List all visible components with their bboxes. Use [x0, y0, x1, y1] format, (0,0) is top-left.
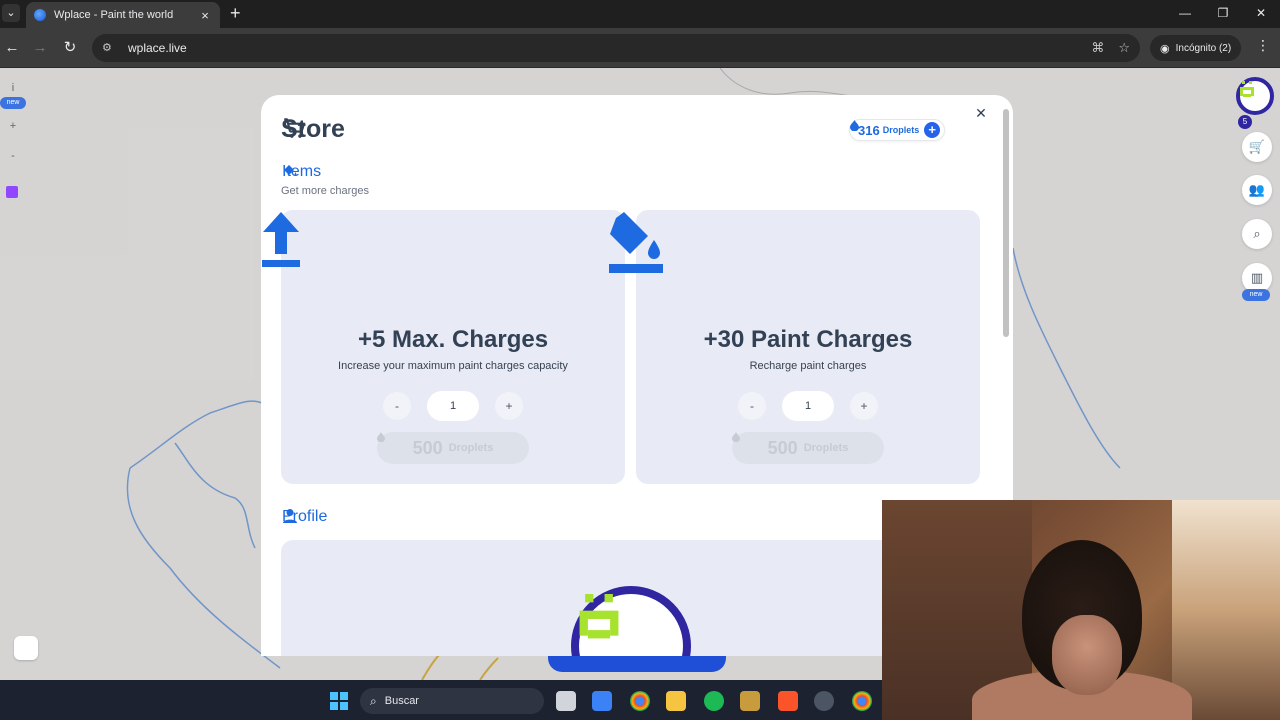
windows-start-icon[interactable]	[330, 692, 348, 710]
bookmark-star-icon[interactable]: ☆	[1118, 40, 1130, 56]
back-arrow-icon[interactable]: ←	[2, 38, 22, 58]
avatar-face-icon	[1240, 81, 1254, 97]
paint-bucket-icon	[609, 212, 663, 273]
url-text: wplace.live	[128, 41, 187, 55]
item-card-paint-charges: +30 Paint Charges Recharge paint charges…	[609, 210, 980, 484]
profile-section-header: Profile	[282, 508, 327, 526]
new-badge: new	[0, 97, 26, 109]
search-icon: ⌕	[370, 693, 377, 708]
quantity-input[interactable]: 1	[782, 391, 834, 421]
avatar-face-icon	[579, 594, 619, 639]
droplets-unit: Droplets	[882, 125, 920, 135]
buy-button[interactable]: 500 Droplets	[732, 432, 884, 464]
map-layers-icon[interactable]	[14, 636, 38, 660]
new-badge: new	[1242, 289, 1270, 301]
droplet-icon	[850, 120, 859, 131]
paint-bucket-icon	[284, 165, 297, 176]
webcam-person-face	[1052, 615, 1122, 695]
upload-arrow-icon	[262, 212, 300, 267]
browser-tab-bar: ⌄ Wplace - Paint the world × + — ❐ ✕	[0, 0, 1280, 28]
browser-menu-icon[interactable]: ⋮	[1256, 37, 1270, 54]
obs-icon[interactable]	[814, 691, 834, 711]
chrome-active-icon[interactable]	[852, 691, 872, 711]
scrollbar-thumb[interactable]	[1003, 109, 1009, 337]
globe-icon	[34, 9, 46, 21]
alliance-icon[interactable]: 👥	[1242, 175, 1272, 205]
browser-toolbar: ← → ↻ ⚙ wplace.live ⌘ ☆ ◉ Incógnito (2) …	[0, 28, 1280, 68]
reload-icon[interactable]: ↻	[60, 38, 80, 58]
close-icon[interactable]: ✕	[973, 105, 989, 121]
user-avatar[interactable]: 5	[1236, 77, 1274, 129]
price-unit: Droplets	[448, 442, 494, 454]
quantity-stepper: - 1 +	[281, 391, 625, 421]
quantity-stepper: - 1 +	[636, 391, 980, 421]
zoom-in-icon[interactable]: +	[0, 120, 26, 132]
item-title: +5 Max. Charges	[357, 326, 549, 353]
price-amount: 500	[767, 437, 798, 458]
buy-button[interactable]: 500 Droplets	[377, 432, 529, 464]
tab-close-icon[interactable]: ×	[198, 8, 212, 23]
items-subtitle: Get more charges	[281, 185, 370, 197]
tab-search-icon[interactable]: ⌄	[2, 4, 20, 22]
site-info-icon[interactable]: ⚙	[102, 41, 118, 55]
droplet-icon	[377, 432, 385, 442]
restore-icon[interactable]: ❐	[1204, 0, 1242, 26]
decrement-button[interactable]: -	[383, 392, 411, 420]
incognito-profile-button[interactable]: ◉ Incógnito (2)	[1150, 35, 1242, 61]
forward-arrow-icon[interactable]: →	[30, 38, 50, 58]
tab-title: Wplace - Paint the world	[54, 9, 174, 21]
price-amount: 500	[412, 437, 443, 458]
new-tab-button[interactable]: +	[230, 3, 241, 23]
chrome-icon[interactable]	[630, 691, 650, 711]
item-title: +30 Paint Charges	[703, 326, 913, 353]
droplet-icon	[732, 432, 740, 442]
profile-label: Incógnito (2)	[1175, 42, 1232, 54]
quantity-input[interactable]: 1	[427, 391, 479, 421]
incognito-icon: ◉	[1160, 42, 1170, 55]
droplets-amount: 316	[858, 122, 880, 138]
item-description: Recharge paint charges	[749, 360, 867, 372]
increment-button[interactable]: +	[850, 392, 878, 420]
plus-icon[interactable]: +	[924, 122, 941, 138]
items-section-header: Items	[282, 163, 321, 181]
taskbar-search[interactable]: ⌕ Buscar	[360, 688, 544, 714]
webcam-overlay	[882, 500, 1280, 720]
windows-taskbar: ⌕ Buscar	[0, 680, 882, 720]
address-bar[interactable]: ⚙ wplace.live ⌘ ☆	[92, 34, 1140, 62]
zoom-out-icon[interactable]: -	[0, 150, 26, 162]
translate-icon[interactable]: ⌘	[1091, 40, 1104, 56]
window-controls: — ❐ ✕	[1166, 0, 1280, 28]
browser-tab[interactable]: Wplace - Paint the world ×	[26, 2, 220, 28]
item-description: Increase your maximum paint charges capa…	[338, 360, 568, 372]
item-card-max-charges: +5 Max. Charges Increase your maximum pa…	[262, 210, 625, 484]
left-rail: i new + -	[0, 68, 26, 680]
search-placeholder: Buscar	[384, 695, 419, 707]
task-view-icon[interactable]	[556, 691, 576, 711]
decrement-button[interactable]: -	[738, 392, 766, 420]
person-icon	[283, 509, 297, 523]
increment-button[interactable]: +	[495, 392, 523, 420]
price-unit: Droplets	[803, 442, 849, 454]
file-explorer-icon[interactable]	[666, 691, 686, 711]
window-close-icon[interactable]: ✕	[1242, 0, 1280, 26]
level-badge: 5	[1238, 115, 1252, 129]
cart-icon	[284, 118, 306, 138]
profile-avatar	[571, 586, 691, 656]
league-icon[interactable]	[740, 691, 760, 711]
info-icon[interactable]: i	[0, 82, 26, 94]
droplets-balance[interactable]: 316 Droplets +	[849, 119, 946, 141]
spotify-icon[interactable]	[704, 691, 724, 711]
store-cart-icon[interactable]: 🛒	[1242, 132, 1272, 162]
brave-icon[interactable]	[778, 691, 798, 711]
twitch-icon[interactable]	[6, 186, 18, 198]
search-location-icon[interactable]: ⌕	[1242, 219, 1272, 249]
minimize-icon[interactable]: —	[1166, 0, 1204, 26]
store-app-icon[interactable]	[592, 691, 612, 711]
webcam-window-light	[1172, 500, 1280, 720]
store-header: Store	[281, 115, 345, 144]
